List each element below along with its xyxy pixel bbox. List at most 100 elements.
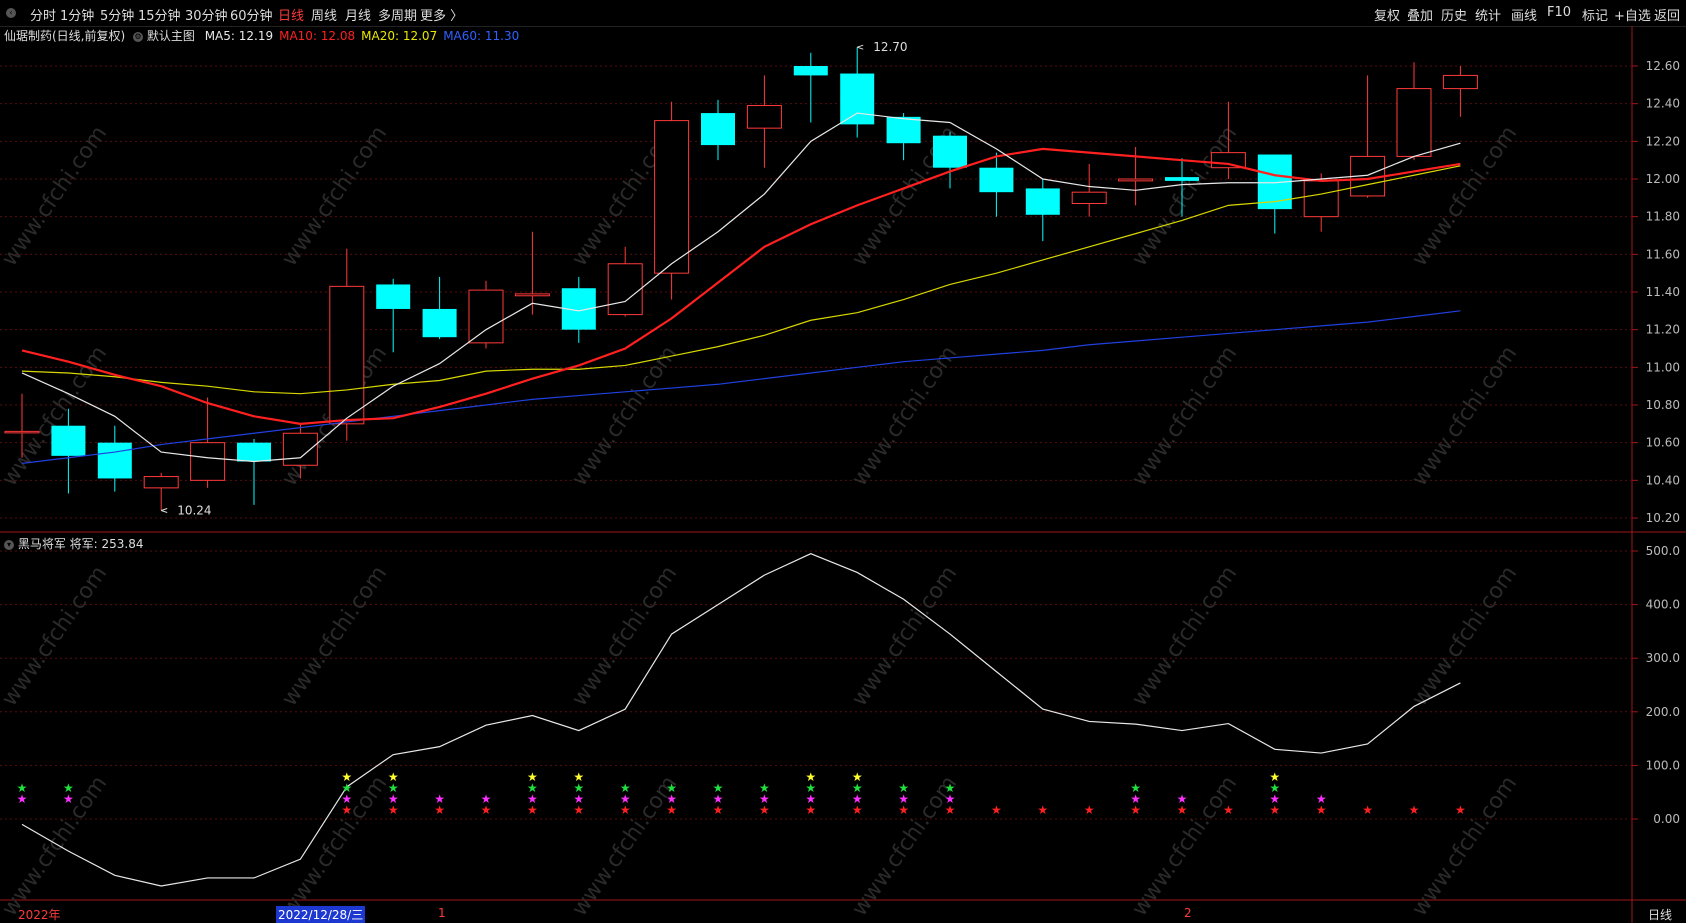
- signal-star-green: ★: [713, 781, 724, 795]
- period-tab[interactable]: 5分钟: [100, 5, 134, 24]
- indicator-title: 黑马将军: [17, 537, 66, 551]
- price-tick-label: 10.40: [1646, 473, 1680, 487]
- candle-body: [1350, 155, 1386, 197]
- candle-body: [840, 73, 875, 125]
- signal-star-red: ★: [1316, 803, 1327, 817]
- ma-legend-item: MA5: 12.19: [204, 29, 274, 43]
- ma5-line: [21, 112, 1461, 463]
- period-tab[interactable]: 60分钟: [230, 5, 273, 24]
- period-tab[interactable]: 1分钟: [60, 5, 94, 24]
- indicator-tick-label: 200.0: [1646, 705, 1680, 719]
- toolbar-action[interactable]: 复权: [1374, 5, 1400, 24]
- signal-star-magenta: ★: [713, 792, 724, 806]
- signal-star-red: ★: [1084, 803, 1095, 817]
- watermark: www.cfchi.com: [847, 562, 962, 711]
- indicator-tick-label: 400.0: [1646, 598, 1680, 612]
- signal-star-red: ★: [666, 803, 677, 817]
- indicator-value: 将军: 253.84: [69, 537, 144, 551]
- watermark: www.cfchi.com: [1127, 122, 1242, 271]
- kline-chart: www.cfchi.com www.cfchi.com www.cfchi.com w…: [0, 26, 1686, 923]
- signal-star-magenta: ★: [620, 792, 631, 806]
- signal-star-magenta: ★: [63, 792, 74, 806]
- period-tab[interactable]: 月线: [345, 5, 371, 24]
- period-tab[interactable]: 更多 〉: [420, 5, 463, 24]
- candle-body: [237, 442, 271, 462]
- sub-legend: ▾ 黑马将军 将军: 253.84: [4, 535, 144, 552]
- toolbar: ‹ 分时 1分钟 5分钟 15分钟 30分钟 60分钟 日线 周线 月线 多周期 更多 〉 复权 叠加…: [0, 0, 1686, 27]
- watermark: www.cfchi.com: [567, 342, 682, 491]
- signal-star-green: ★: [527, 781, 538, 795]
- indicator-line: [21, 553, 1461, 887]
- price-tick-label: 11.20: [1646, 323, 1680, 337]
- candle-body: [1165, 177, 1199, 181]
- back-arrow-icon[interactable]: ‹: [6, 8, 16, 18]
- period-tab[interactable]: 日线: [278, 5, 304, 24]
- toolbar-action[interactable]: 统计: [1475, 5, 1501, 24]
- candle-body: [979, 167, 1014, 193]
- signal-star-magenta: ★: [17, 792, 28, 806]
- candle-body: [282, 432, 318, 466]
- toolbar-action[interactable]: 叠加: [1407, 5, 1433, 24]
- indicator-settings-icon[interactable]: ▾: [4, 539, 14, 550]
- candle-body: [701, 113, 735, 146]
- signal-star-red: ★: [898, 803, 909, 817]
- signal-star-magenta: ★: [434, 792, 445, 806]
- toolbar-action[interactable]: F10: [1547, 5, 1571, 20]
- ma-legend-item: MA10: 12.08: [279, 29, 356, 43]
- candle-body: [51, 425, 86, 456]
- toolbar-action[interactable]: 历史: [1441, 5, 1467, 24]
- signal-star-magenta: ★: [1130, 792, 1141, 806]
- signal-star-red: ★: [341, 803, 352, 817]
- signal-star-red: ★: [805, 803, 816, 817]
- price-tick-label: 10.80: [1646, 398, 1680, 412]
- high-label: 12.70: [873, 40, 907, 54]
- watermark: www.cfchi.com: [277, 562, 392, 711]
- watermark: www.cfchi.com: [567, 772, 682, 921]
- watermark: www.cfchi.com: [277, 772, 392, 921]
- watermark: www.cfchi.com: [0, 122, 112, 271]
- signal-star-green: ★: [759, 781, 770, 795]
- price-tick-label: 11.60: [1646, 247, 1680, 261]
- signal-star-magenta: ★: [805, 792, 816, 806]
- toolbar-action[interactable]: 返回: [1654, 5, 1680, 24]
- toolbar-action[interactable]: 标记: [1582, 5, 1608, 24]
- candle-body: [422, 308, 457, 338]
- settings-icon[interactable]: ⚙: [133, 31, 144, 42]
- signal-star-magenta: ★: [527, 792, 538, 806]
- signal-star-red: ★: [620, 803, 631, 817]
- watermark: www.cfchi.com: [1127, 772, 1242, 921]
- cursor-date: 2022/12/28/三: [276, 906, 366, 923]
- ma-legend-item: MA60: 11.30: [443, 29, 520, 43]
- watermark: www.cfchi.com: [1127, 562, 1242, 711]
- signal-star-red: ★: [759, 803, 770, 817]
- signal-star-magenta: ★: [898, 792, 909, 806]
- signal-star-yellow: ★: [805, 770, 816, 784]
- signal-star-green: ★: [620, 781, 631, 795]
- signal-star-green: ★: [852, 781, 863, 795]
- signal-star-red: ★: [1269, 803, 1280, 817]
- candle-body: [1071, 191, 1107, 204]
- period-tab[interactable]: 周线: [311, 5, 337, 24]
- signal-star-magenta: ★: [759, 792, 770, 806]
- low-marker: [161, 507, 168, 513]
- toolbar-action[interactable]: +自选: [1614, 5, 1651, 24]
- ma10-line: [21, 147, 1461, 425]
- candle-body: [1442, 74, 1478, 90]
- month-label-2: 2: [1184, 906, 1192, 920]
- year-label: 2022年: [18, 908, 61, 922]
- candle-body: [1396, 88, 1432, 157]
- price-tick-label: 11.00: [1646, 360, 1680, 374]
- period-tab[interactable]: 15分钟: [138, 5, 181, 24]
- watermark: www.cfchi.com: [1407, 122, 1522, 271]
- watermark: www.cfchi.com: [847, 772, 962, 921]
- period-tab[interactable]: 30分钟: [185, 5, 228, 24]
- candle-body: [746, 105, 782, 129]
- signal-star-yellow: ★: [527, 770, 538, 784]
- period-tab[interactable]: 多周期: [378, 5, 417, 24]
- toolbar-action[interactable]: 画线: [1511, 5, 1537, 24]
- watermark: www.cfchi.com: [1407, 562, 1522, 711]
- signal-star-green: ★: [805, 781, 816, 795]
- period-label[interactable]: 日线: [1648, 906, 1672, 923]
- candle-body: [607, 263, 643, 316]
- period-tab[interactable]: 分时: [30, 5, 56, 24]
